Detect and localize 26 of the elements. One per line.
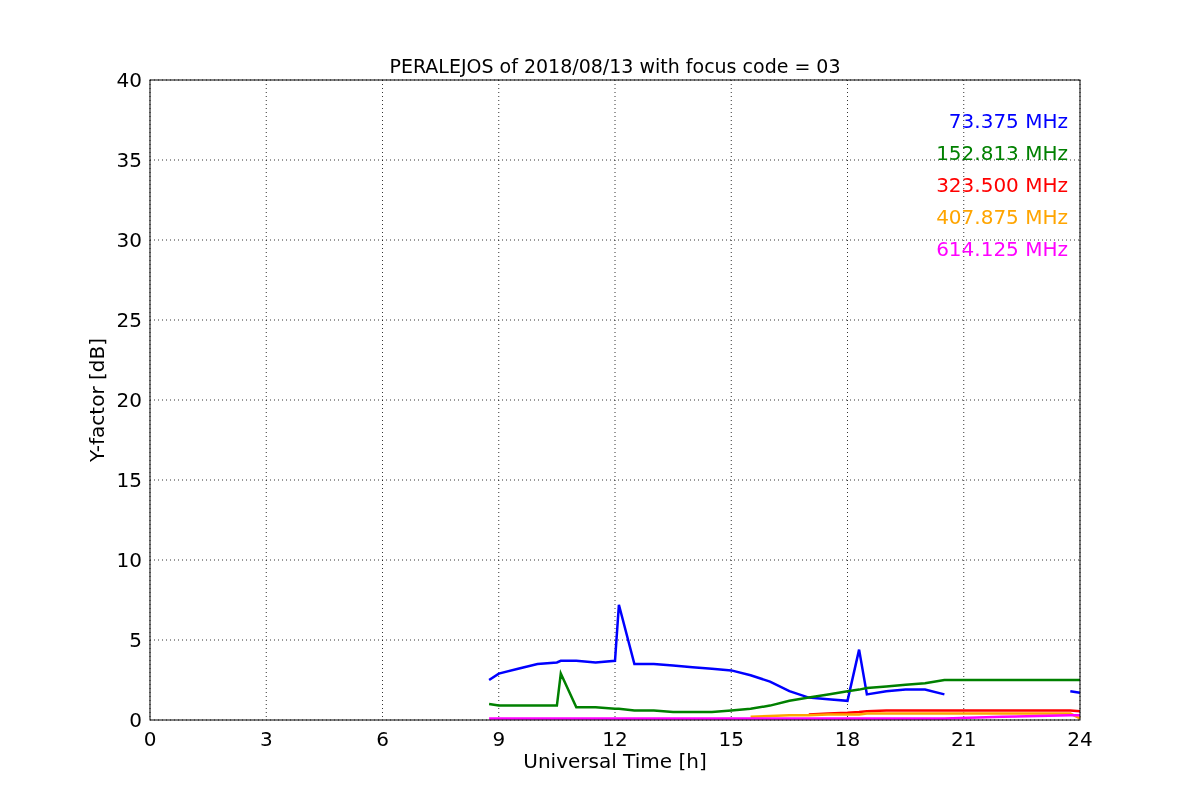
y-tick-label: 0: [129, 708, 142, 732]
x-tick-label: 15: [718, 727, 744, 751]
legend-label: 152.813 MHz: [936, 141, 1068, 165]
y-axis-label: Y-factor [dB]: [85, 338, 109, 462]
y-tick-label: 5: [129, 628, 142, 652]
legend-label: 323.500 MHz: [936, 173, 1068, 197]
y-tick-label: 20: [116, 388, 142, 412]
y-tick-label: 15: [116, 468, 142, 492]
y-tick-label: 30: [116, 228, 142, 252]
x-tick-label: 0: [143, 727, 157, 751]
y-tick-label: 10: [116, 548, 142, 572]
y-tick-label: 25: [116, 308, 142, 332]
y-tick-label: 35: [116, 148, 142, 172]
x-tick-label: 9: [492, 727, 506, 751]
chart-title: PERALEJOS of 2018/08/13 with focus code = 03: [389, 55, 841, 77]
x-tick-label: 6: [376, 727, 389, 751]
legend-label: 407.875 MHz: [936, 205, 1068, 229]
x-tick-label: 3: [259, 727, 273, 751]
x-axis-label: Universal Time [h]: [523, 749, 707, 773]
x-tick-label: 21: [951, 727, 977, 751]
x-tick-label: 12: [602, 727, 628, 751]
y-tick-label: 40: [116, 68, 142, 92]
x-tick-label: 24: [1067, 727, 1093, 751]
x-tick-label: 18: [834, 727, 861, 751]
legend-label: 614.125 MHz: [936, 237, 1068, 261]
legend-label: 73.375 MHz: [948, 109, 1068, 133]
